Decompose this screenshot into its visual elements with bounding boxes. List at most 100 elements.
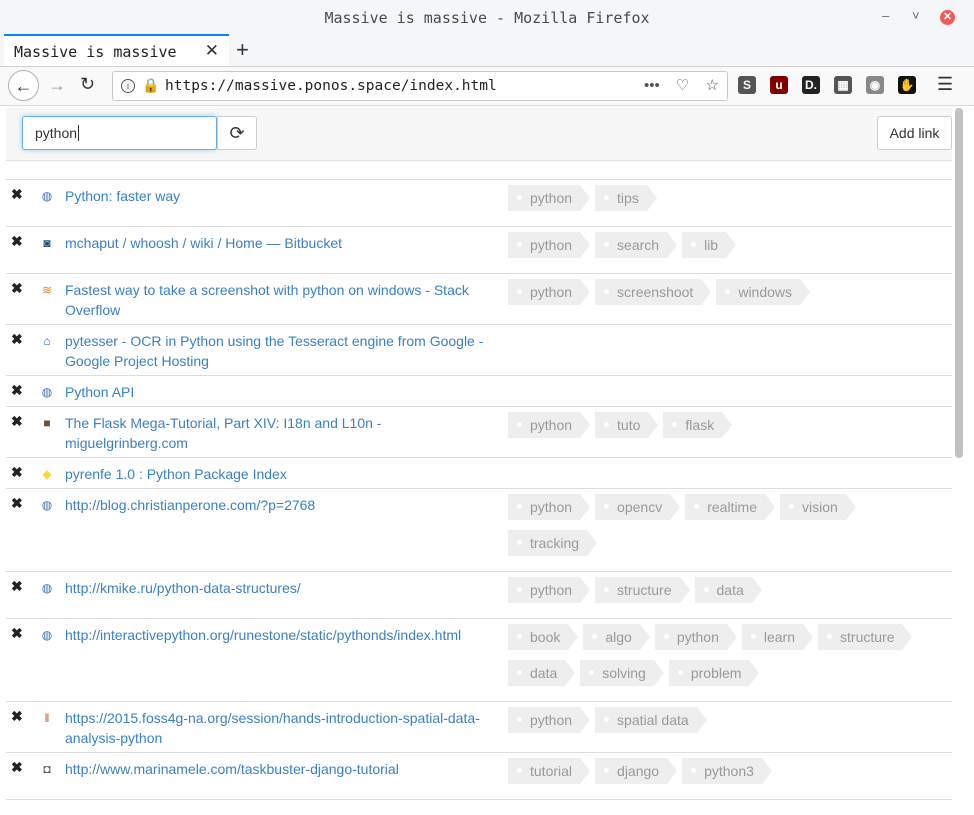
minimize-button[interactable]: – — [882, 8, 889, 23]
foss4g-icon: ‖ — [44, 711, 50, 725]
tag-list: tutorial django python3 — [508, 758, 948, 794]
delete-icon[interactable]: ✖ — [11, 495, 23, 512]
search-input[interactable]: python — [22, 116, 217, 150]
tab-label: Massive is massive — [14, 43, 177, 61]
delete-icon[interactable]: ✖ — [11, 382, 23, 399]
tag[interactable]: opencv — [595, 494, 681, 520]
delete-icon[interactable]: ✖ — [11, 464, 23, 481]
tag[interactable]: tracking — [508, 530, 598, 556]
tag[interactable]: flask — [663, 412, 732, 438]
reload-button[interactable]: ↻ — [80, 74, 95, 95]
grid-icon[interactable]: ▦ — [834, 76, 852, 94]
link-title[interactable]: mchaput / whoosh / wiki / Home — Bitbuck… — [65, 233, 505, 253]
tag[interactable]: structure — [595, 577, 691, 603]
link-row: ✖ ◆ pyrenfe 1.0 : Python Package Index — [6, 458, 952, 489]
link-title[interactable]: http://interactivepython.org/runestone/s… — [65, 625, 505, 645]
url-text[interactable]: https://massive.ponos.space/index.html — [165, 78, 497, 94]
delete-icon[interactable]: ✖ — [11, 413, 23, 430]
link-title[interactable]: http://www.marinamele.com/taskbuster-dja… — [65, 759, 505, 779]
link-row: ✖ ◍ http://interactivepython.org/runestone… — [6, 619, 952, 702]
tab-close-icon[interactable]: ✕ — [205, 41, 219, 61]
delete-icon[interactable]: ✖ — [11, 708, 23, 725]
lock-icon[interactable]: 🔒 — [142, 77, 159, 94]
tag[interactable]: python — [508, 707, 591, 733]
tag[interactable]: book — [508, 624, 579, 650]
link-title[interactable]: pyrenfe 1.0 : Python Package Index — [65, 464, 505, 484]
delete-icon[interactable]: ✖ — [11, 280, 23, 297]
back-button[interactable]: ← — [8, 70, 39, 101]
refresh-button[interactable]: ⟳ — [217, 116, 257, 150]
tag[interactable]: problem — [668, 660, 759, 686]
globe-icon[interactable]: ◉ — [866, 76, 884, 94]
tag-list: book algo python learn structure data solving p… — [508, 624, 948, 696]
delete-icon[interactable]: ✖ — [11, 186, 23, 203]
link-row: ✖ ⌂ pytesser - OCR in Python using the Tes… — [6, 325, 952, 376]
link-title[interactable]: pytesser - OCR in Python using the Tesse… — [65, 331, 505, 371]
tab-active[interactable]: Massive is massive ✕ — [4, 34, 229, 66]
tag[interactable]: solving — [580, 660, 664, 686]
link-title[interactable]: http://kmike.ru/python-data-structures/ — [65, 578, 505, 598]
link-list: ✖ ◍ Python: faster way python tips ✖ ◙ mchaput … — [6, 179, 952, 800]
info-icon[interactable]: i — [121, 79, 135, 93]
link-title[interactable]: https://2015.foss4g-na.org/session/hands… — [65, 708, 505, 748]
link-title[interactable]: http://blog.christianperone.com/?p=2768 — [65, 495, 505, 515]
tag[interactable]: structure — [818, 624, 914, 650]
page-actions-icon[interactable]: ••• — [644, 77, 660, 94]
new-tab-button[interactable]: + — [236, 37, 249, 63]
tag[interactable]: django — [595, 758, 678, 784]
tag[interactable]: screenshoot — [595, 279, 712, 305]
tag[interactable]: learn — [741, 624, 814, 650]
tag[interactable]: python3 — [682, 758, 772, 784]
gnome-icon[interactable]: ✋ — [898, 76, 916, 94]
tag[interactable]: tips — [595, 185, 657, 211]
tag[interactable]: spatial data — [595, 707, 707, 733]
tag[interactable]: data — [694, 577, 763, 603]
tag[interactable]: python — [654, 624, 737, 650]
stackoverflow-icon: ≋ — [41, 283, 53, 297]
bookmark-star-icon[interactable]: ☆ — [706, 77, 719, 94]
link-title[interactable]: Python API — [65, 382, 505, 402]
tag[interactable]: python — [508, 185, 591, 211]
delete-icon[interactable]: ✖ — [11, 759, 23, 776]
restore-button[interactable]: ˅ — [912, 8, 920, 23]
link-row: ✖ ◙ mchaput / whoosh / wiki / Home — Bitbu… — [6, 227, 952, 274]
tag[interactable]: algo — [583, 624, 651, 650]
delete-icon[interactable]: ✖ — [11, 578, 23, 595]
link-title[interactable]: Python: faster way — [65, 186, 505, 206]
url-bar[interactable]: i 🔒 https://massive.ponos.space/index.ht… — [112, 71, 728, 101]
tag-list: python structure data — [508, 577, 948, 613]
d-icon[interactable]: D. — [802, 76, 820, 94]
delete-icon[interactable]: ✖ — [11, 233, 23, 250]
python-icon: ◆ — [42, 467, 52, 481]
page-content: python ⟳ Add link ✖ ◍ Python: faster way py… — [0, 106, 974, 815]
tag[interactable]: python — [508, 494, 591, 520]
tag[interactable]: vision — [780, 494, 856, 520]
tag[interactable]: tuto — [595, 412, 659, 438]
pocket-icon[interactable]: ♡ — [676, 77, 689, 94]
delete-icon[interactable]: ✖ — [11, 625, 23, 642]
menu-icon[interactable]: ☰ — [937, 74, 953, 95]
add-link-button[interactable]: Add link — [877, 116, 952, 150]
tag[interactable]: lib — [682, 232, 737, 258]
tag[interactable]: tutorial — [508, 758, 591, 784]
tag[interactable]: python — [508, 412, 591, 438]
s-icon[interactable]: S — [738, 76, 756, 94]
robot-icon: ◘ — [43, 762, 51, 776]
close-window-button[interactable]: ✕ — [940, 10, 955, 25]
forward-button[interactable]: → — [48, 75, 66, 96]
delete-icon[interactable]: ✖ — [11, 331, 23, 348]
tag[interactable]: realtime — [685, 494, 775, 520]
link-title[interactable]: Fastest way to take a screenshot with py… — [65, 280, 505, 320]
tag[interactable]: windows — [716, 279, 810, 305]
tag[interactable]: data — [508, 660, 576, 686]
link-row: ✖ ■ The Flask Mega-Tutorial, Part XIV: I18… — [6, 407, 952, 458]
google-code-icon: ⌂ — [43, 334, 51, 348]
ublock-icon[interactable]: u — [770, 76, 788, 94]
tag[interactable]: python — [508, 232, 591, 258]
scrollbar[interactable] — [955, 108, 963, 458]
tag[interactable]: python — [508, 279, 591, 305]
tag[interactable]: search — [595, 232, 678, 258]
bitbucket-icon: ◙ — [43, 236, 51, 250]
tag[interactable]: python — [508, 577, 591, 603]
link-title[interactable]: The Flask Mega-Tutorial, Part XIV: I18n … — [65, 413, 505, 453]
